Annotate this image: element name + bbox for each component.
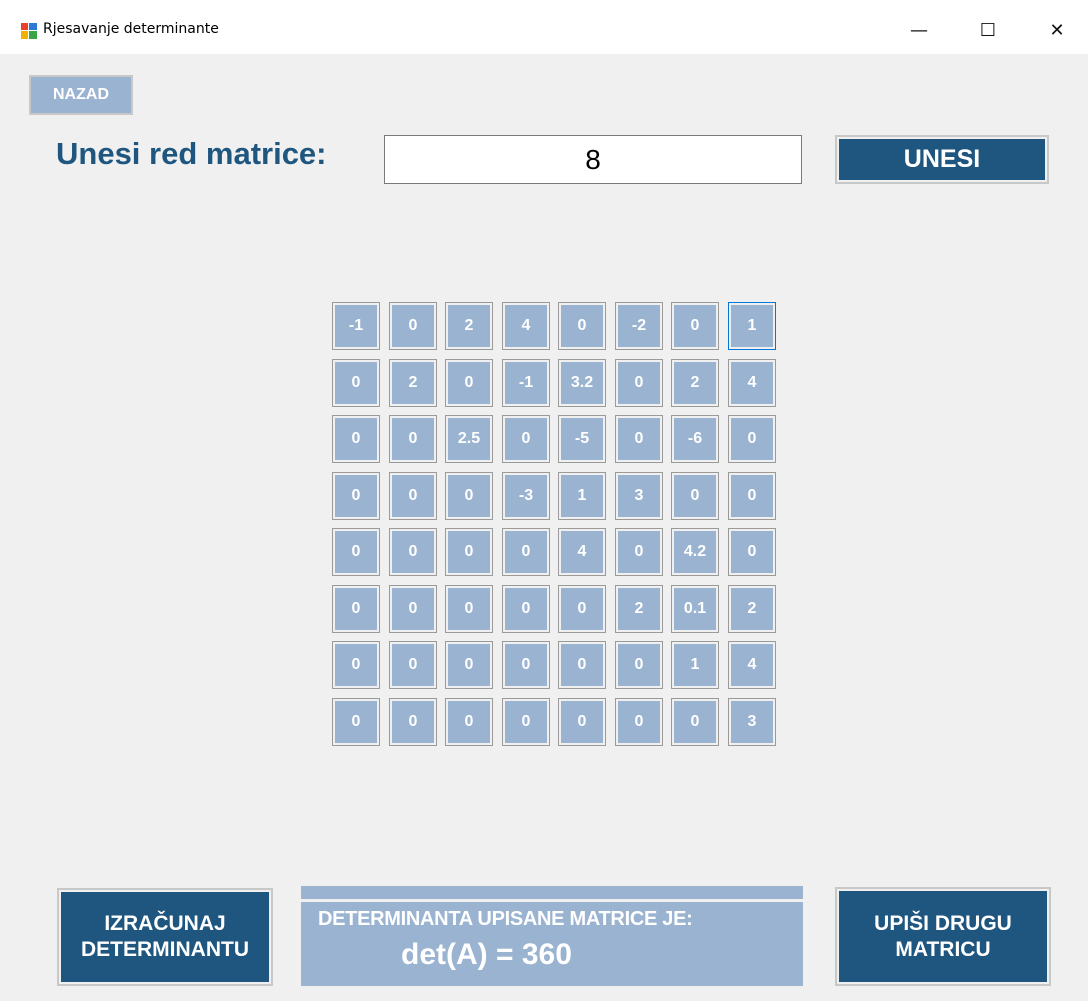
determinant-value: det(A) = 360 (401, 938, 572, 971)
calculate-button-line2: DETERMINANTU (81, 938, 249, 961)
matrix-cell-input[interactable]: 0 (502, 698, 550, 746)
matrix-cell-input[interactable]: 3 (615, 472, 663, 520)
new-matrix-button-line2: MATRICU (895, 937, 991, 961)
matrix-cell-input[interactable]: 0 (332, 415, 380, 463)
matrix-order-input[interactable]: 8 (384, 135, 802, 184)
title-bar: Rjesavanje determinante — ☐ ✕ (0, 0, 1088, 54)
matrix-cell-input[interactable]: 2.5 (445, 415, 493, 463)
matrix-cell-input[interactable]: 0 (389, 472, 437, 520)
matrix-cell-input[interactable]: 0 (502, 585, 550, 633)
matrix-cell-input[interactable]: 0 (502, 528, 550, 576)
close-icon[interactable]: ✕ (1034, 10, 1080, 50)
matrix-cell-input[interactable]: 0 (558, 302, 606, 350)
matrix-cell-input[interactable]: 0 (615, 359, 663, 407)
matrix-cell-input[interactable]: 2 (445, 302, 493, 350)
calculate-button-line1: IZRAČUNAJ (104, 912, 226, 935)
matrix-cell-input[interactable]: -1 (332, 302, 380, 350)
matrix-cell-input[interactable]: 0 (558, 641, 606, 689)
matrix-cell-input[interactable]: -6 (671, 415, 719, 463)
matrix-cell-input[interactable]: 0 (332, 472, 380, 520)
result-panel: DETERMINANTA UPISANE MATRICE JE: det(A) … (301, 886, 803, 986)
matrix-cell-input[interactable]: 0 (558, 585, 606, 633)
matrix-cell-input[interactable]: 0 (445, 528, 493, 576)
matrix-cell-input[interactable]: -3 (502, 472, 550, 520)
matrix-cell-input[interactable]: 0.1 (671, 585, 719, 633)
matrix-cell-input[interactable]: -2 (615, 302, 663, 350)
matrix-cell-input[interactable]: 2 (671, 359, 719, 407)
matrix-cell-input[interactable]: 0 (728, 472, 776, 520)
result-panel-header-bar (301, 886, 803, 902)
matrix-cell-input[interactable]: 0 (332, 359, 380, 407)
matrix-cell-input[interactable]: 0 (615, 528, 663, 576)
matrix-cell-input[interactable]: 0 (389, 528, 437, 576)
new-matrix-button-line1: UPIŠI DRUGU (874, 911, 1012, 935)
matrix-cell-input[interactable]: 0 (445, 641, 493, 689)
result-label: DETERMINANTA UPISANE MATRICE JE: (318, 908, 693, 930)
matrix-grid: -1 0 2 4 0 -2 0 1 0 2 0 -1 3.2 0 2 4 0 0 2.5 0 -5 0 -6 0 0 0 0 -3 1 3… (332, 302, 780, 746)
matrix-cell-input[interactable]: 4 (502, 302, 550, 350)
matrix-cell-input[interactable]: 0 (389, 302, 437, 350)
matrix-cell-input[interactable]: 0 (502, 415, 550, 463)
matrix-cell-input[interactable]: -5 (558, 415, 606, 463)
matrix-cell-input[interactable]: 0 (615, 698, 663, 746)
matrix-cell-input[interactable]: 0 (728, 415, 776, 463)
app-window-icon (21, 23, 37, 39)
calculate-determinant-button[interactable]: IZRAČUNAJ DETERMINANTU (57, 888, 273, 986)
matrix-cell-input[interactable]: 0 (615, 641, 663, 689)
matrix-cell-input[interactable]: 0 (389, 415, 437, 463)
matrix-cell-input[interactable]: 0 (502, 641, 550, 689)
matrix-cell-input[interactable]: 0 (332, 528, 380, 576)
matrix-cell-input[interactable]: 4.2 (671, 528, 719, 576)
matrix-cell-input[interactable]: 0 (671, 698, 719, 746)
back-button[interactable]: NAZAD (29, 75, 133, 115)
matrix-cell-input[interactable]: 0 (332, 585, 380, 633)
matrix-cell-input[interactable]: 4 (728, 359, 776, 407)
matrix-cell-input[interactable]: 0 (671, 302, 719, 350)
matrix-cell-input[interactable]: 2 (728, 585, 776, 633)
matrix-cell-input[interactable]: 0 (445, 698, 493, 746)
new-matrix-button[interactable]: UPIŠI DRUGU MATRICU (835, 887, 1051, 986)
matrix-cell-input[interactable]: -1 (502, 359, 550, 407)
submit-order-button[interactable]: UNESI (835, 135, 1049, 184)
matrix-cell-input[interactable]: 0 (332, 698, 380, 746)
matrix-cell-input[interactable]: 2 (389, 359, 437, 407)
matrix-cell-input[interactable]: 4 (728, 641, 776, 689)
matrix-cell-input[interactable]: 0 (671, 472, 719, 520)
matrix-cell-input[interactable]: 0 (558, 698, 606, 746)
matrix-cell-input[interactable]: 1 (671, 641, 719, 689)
matrix-cell-input[interactable]: 0 (389, 641, 437, 689)
matrix-cell-input[interactable]: 0 (445, 472, 493, 520)
minimize-icon[interactable]: — (896, 10, 942, 50)
maximize-icon[interactable]: ☐ (965, 10, 1011, 50)
matrix-cell-input[interactable]: 4 (558, 528, 606, 576)
matrix-cell-input[interactable]: 0 (389, 698, 437, 746)
matrix-cell-input[interactable]: 1 (728, 302, 776, 350)
matrix-cell-input[interactable]: 0 (445, 359, 493, 407)
matrix-cell-input[interactable]: 3.2 (558, 359, 606, 407)
matrix-cell-input[interactable]: 3 (728, 698, 776, 746)
matrix-cell-input[interactable]: 0 (445, 585, 493, 633)
matrix-cell-input[interactable]: 0 (332, 641, 380, 689)
window-title: Rjesavanje determinante (43, 21, 219, 37)
matrix-cell-input[interactable]: 2 (615, 585, 663, 633)
matrix-cell-input[interactable]: 0 (615, 415, 663, 463)
matrix-cell-input[interactable]: 0 (728, 528, 776, 576)
matrix-cell-input[interactable]: 0 (389, 585, 437, 633)
matrix-cell-input[interactable]: 1 (558, 472, 606, 520)
matrix-order-label: Unesi red matrice: (56, 136, 327, 171)
